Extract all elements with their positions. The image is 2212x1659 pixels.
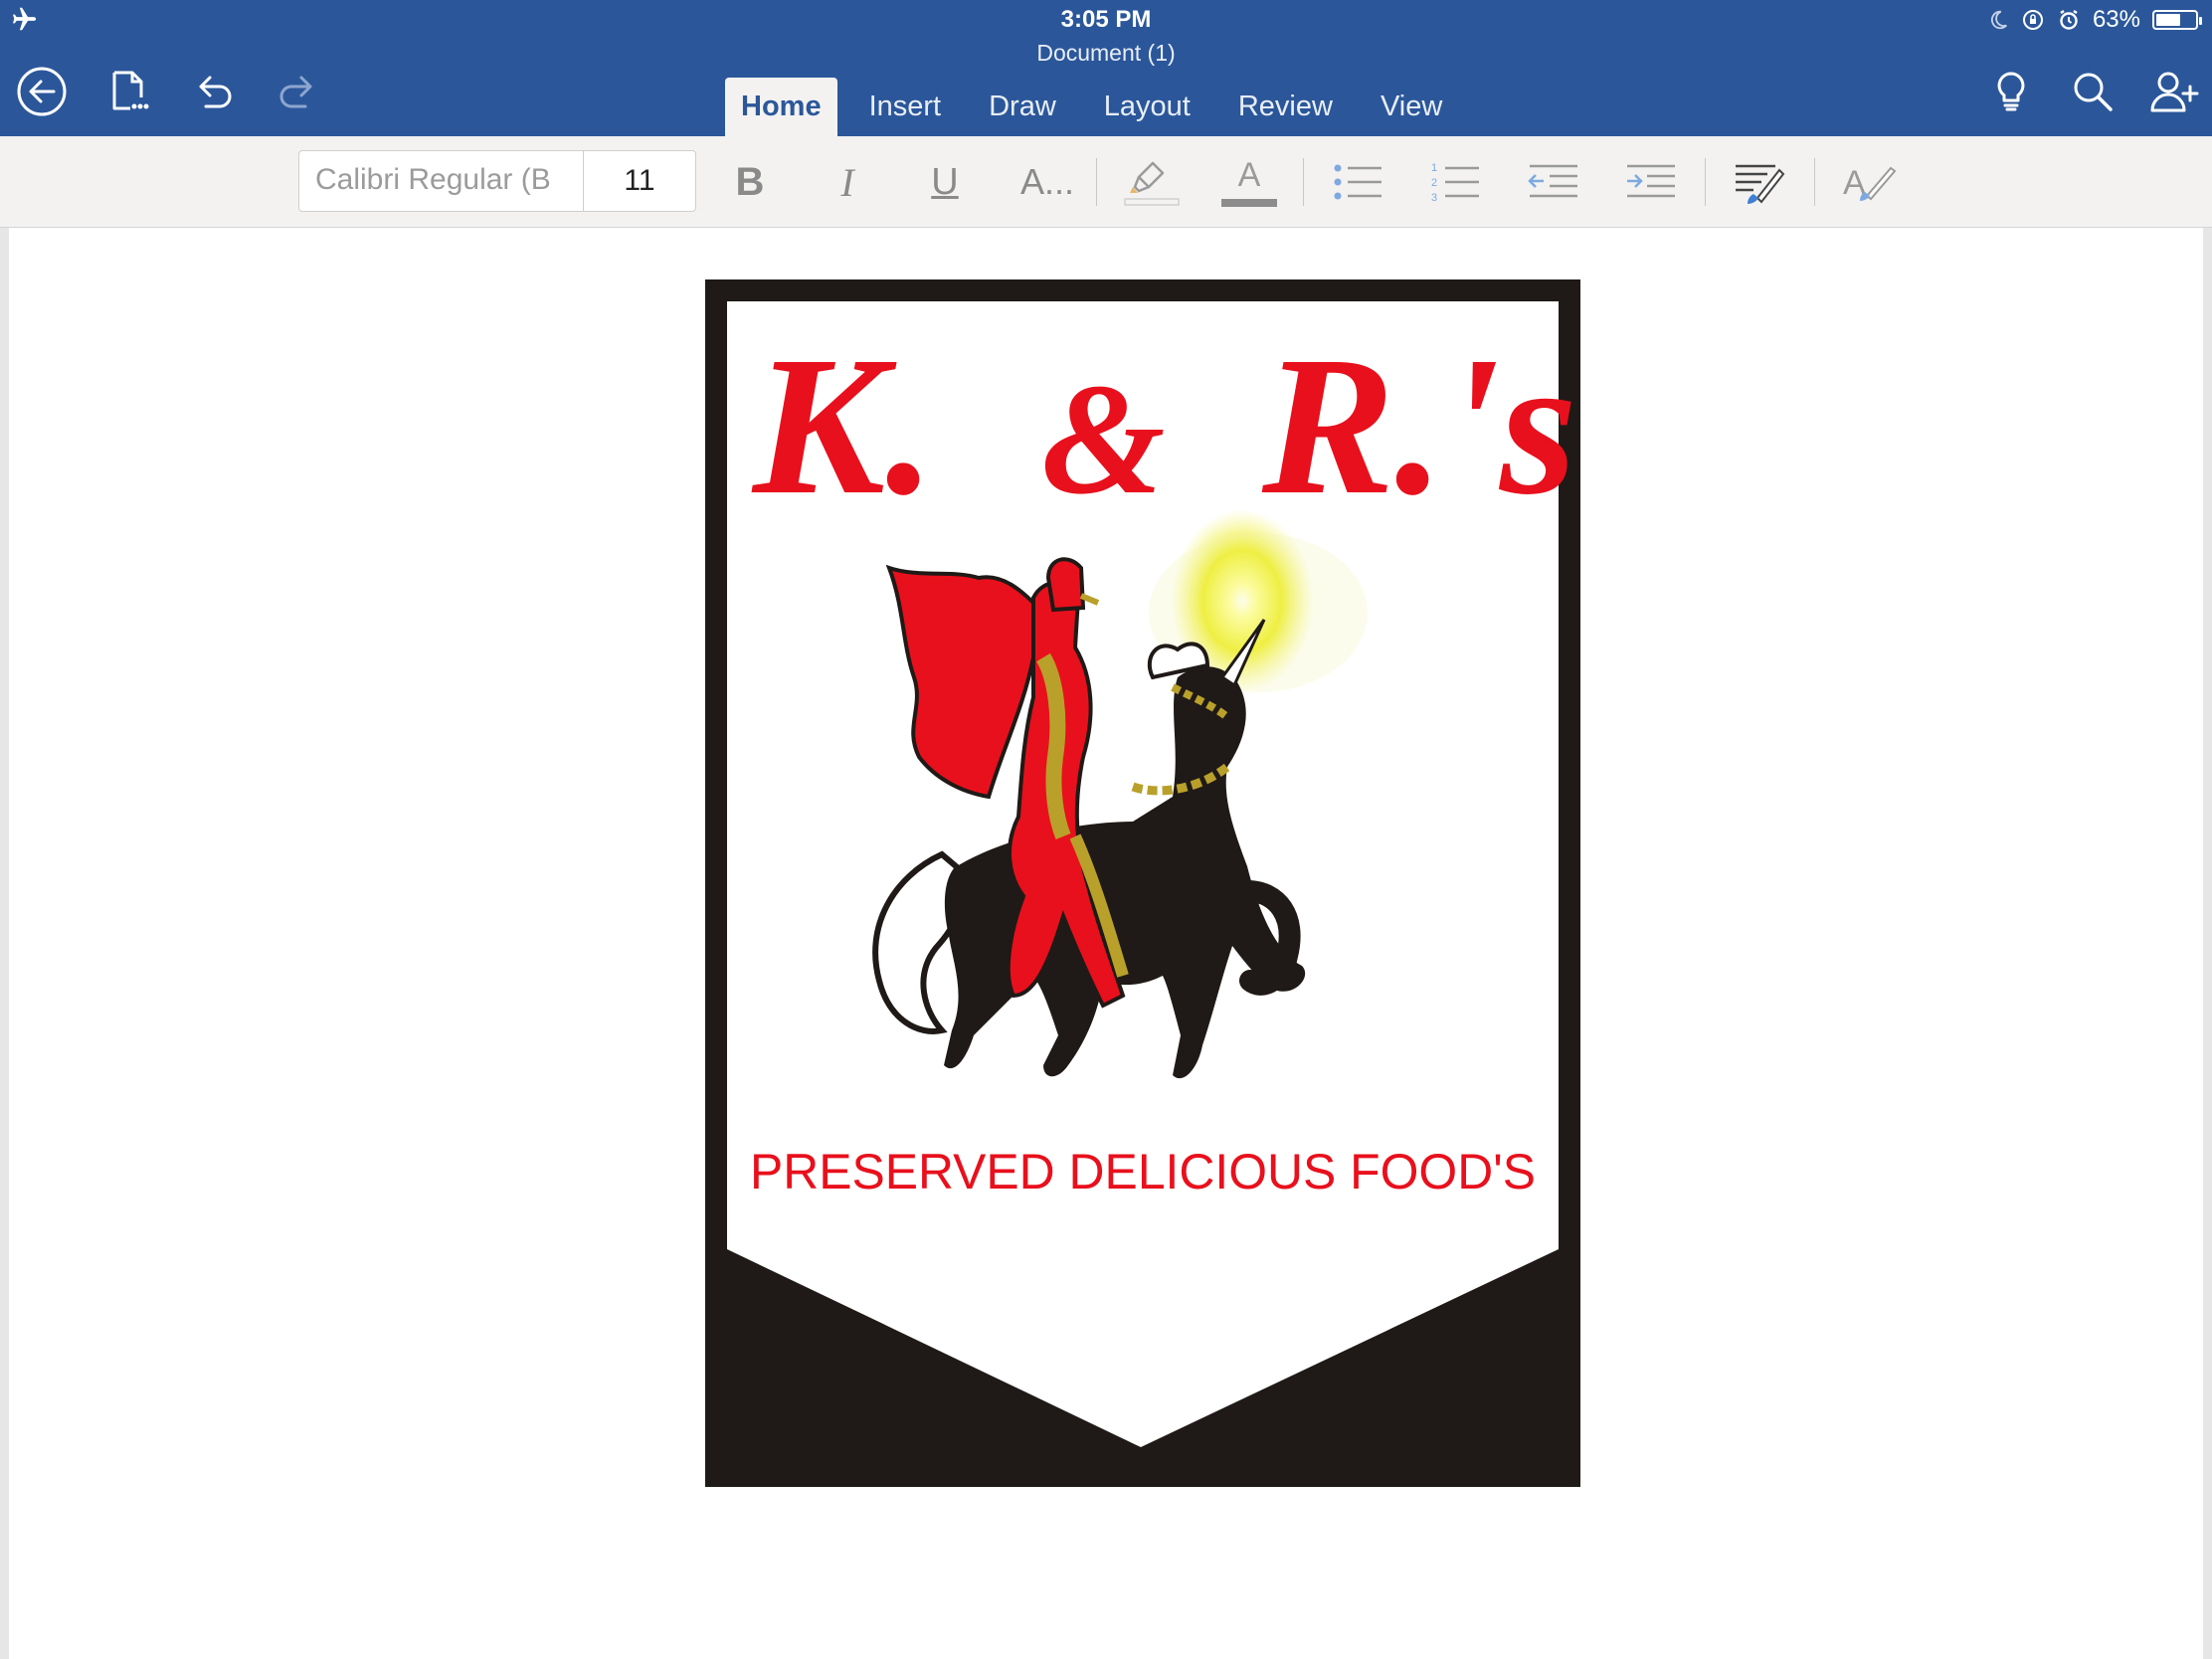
tab-home[interactable]: Home [725,78,837,136]
font-color-icon: A [1221,157,1277,207]
more-font-options-button[interactable]: A... [1013,154,1082,210]
status-time: 3:05 PM [1060,6,1152,33]
numbering-button[interactable]: 1 2 3 [1426,154,1486,210]
share-person-icon [2150,72,2199,112]
ribbon-separator [1096,158,1097,206]
bold-icon: B [735,159,765,204]
search-button[interactable] [2065,64,2120,119]
font-color-swatch [1221,199,1277,207]
decrease-indent-button[interactable] [1524,154,1583,210]
decrease-indent-icon [1528,164,1577,198]
company-logo-image[interactable]: K. & R.'s PRESERVED DELICIOUS FOOD'S [705,279,1580,1487]
tab-view[interactable]: View [1365,78,1458,136]
paragraph-format-icon [1736,164,1785,204]
status-bar: 3:05 PM 63% [0,0,2212,40]
battery-icon [2152,10,2202,30]
file-icon [112,71,149,110]
ribbon-tabs: Home Insert Draw Layout Review View [725,78,1474,136]
tab-draw[interactable]: Draw [973,78,1072,136]
font-color-letter: A [1237,156,1261,194]
more-font-icon: A... [1019,161,1075,202]
document-page[interactable]: K. & R.'s PRESERVED DELICIOUS FOOD'S [9,228,2203,1659]
italic-button[interactable]: I [818,154,877,210]
logo-heading-k: K. [751,316,935,536]
bold-button[interactable]: B [720,154,780,210]
font-picker: Calibri Regular (B 11 [298,150,696,212]
left-toolbar [14,64,326,119]
underline-icon: U [931,160,959,203]
tab-review[interactable]: Review [1222,78,1349,136]
logo-heading-r: R.'s [1261,316,1577,536]
svg-text:3: 3 [1431,192,1437,204]
ribbon-separator [1303,158,1304,206]
ribbon-separator [1814,158,1815,206]
home-ribbon: Calibri Regular (B 11 B I U A... A 1 2 3 A [0,136,2212,228]
italic-icon: I [840,159,854,205]
tab-insert[interactable]: Insert [853,78,958,136]
bullet-list-icon [1334,164,1382,200]
tell-me-button[interactable] [1983,64,2039,119]
back-icon [17,67,67,116]
logo-heading-amp: & [1041,350,1165,527]
file-button[interactable] [99,64,155,119]
redo-icon [279,76,312,108]
document-canvas: K. & R.'s PRESERVED DELICIOUS FOOD'S [0,228,2212,1659]
increase-indent-icon [1627,164,1675,198]
logo-heading: K. & R.'s [751,316,1577,536]
font-size-field[interactable]: 11 [584,151,695,211]
back-button[interactable] [14,64,70,119]
rotation-lock-icon [2022,10,2043,30]
alarm-icon [2060,10,2078,30]
app-header: 3:05 PM 63% Document (1) Home Insert Dra… [0,0,2212,136]
font-name-field[interactable]: Calibri Regular (B [299,151,584,211]
moon-icon [1990,10,2007,30]
increase-indent-button[interactable] [1621,154,1681,210]
styles-icon: A [1841,158,1899,206]
battery-percent: 63% [2092,6,2140,33]
logo-tagline: PRESERVED DELICIOUS FOOD'S [750,1144,1536,1199]
svg-text:2: 2 [1431,177,1437,189]
lightbulb-icon [1997,72,2025,111]
search-icon [2074,73,2113,111]
share-button[interactable] [2146,64,2202,119]
undo-button[interactable] [185,64,241,119]
battery-level [2156,14,2180,26]
document-title: Document (1) [1036,40,1176,66]
font-color-button[interactable]: A [1219,154,1279,210]
highlighter-icon [1124,161,1180,206]
redo-button[interactable] [271,64,326,119]
highlight-button[interactable] [1122,154,1182,210]
styles-brush [1860,166,1897,201]
ribbon-separator [1705,158,1706,206]
bullets-button[interactable] [1329,154,1388,210]
status-icons: 63% [1987,6,2202,34]
underline-button[interactable]: U [915,154,975,210]
paragraph-formatting-button[interactable] [1731,154,1790,210]
right-toolbar [1983,64,2202,119]
styles-button[interactable]: A [1840,154,1900,210]
numbered-list-icon: 1 2 3 [1431,162,1479,204]
undo-icon [199,76,232,108]
tab-layout[interactable]: Layout [1088,78,1206,136]
svg-text:1: 1 [1431,162,1437,174]
